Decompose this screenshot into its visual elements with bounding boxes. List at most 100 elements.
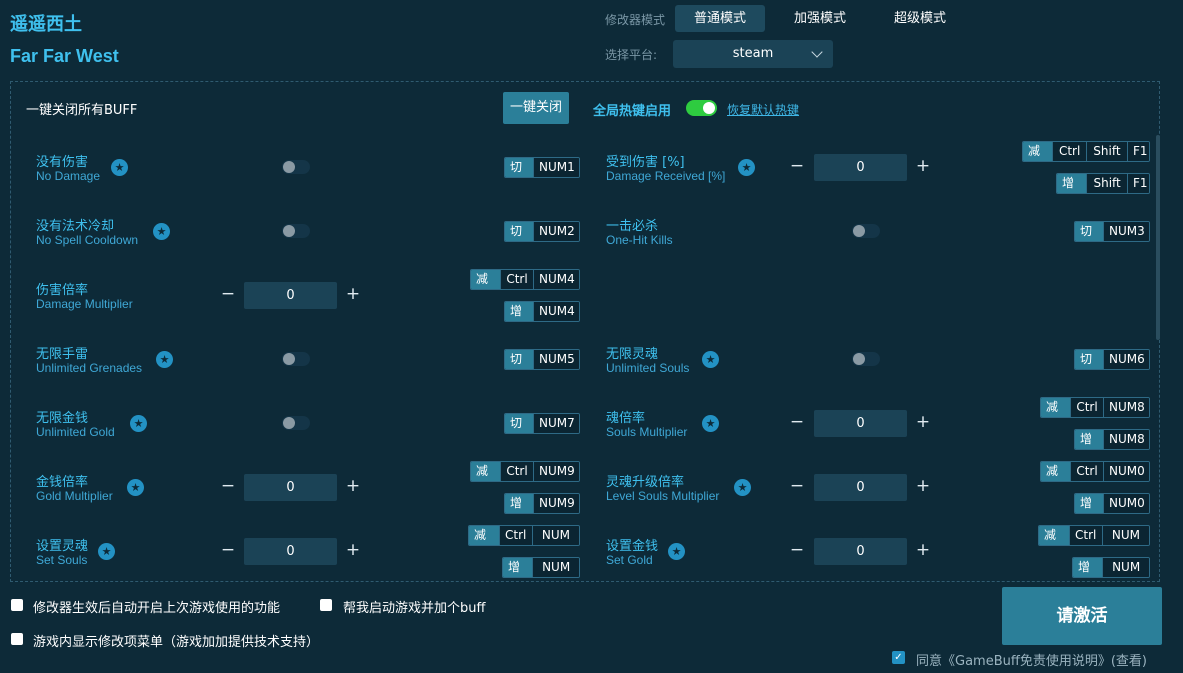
- toggle-unlimited-gold[interactable]: [282, 416, 310, 430]
- increase-button[interactable]: +: [914, 478, 932, 496]
- hotkey-set-souls-1[interactable]: 增加NUM *: [502, 557, 580, 578]
- platform-select[interactable]: steam: [673, 40, 833, 68]
- favorite-star-icon[interactable]: ★: [153, 223, 170, 240]
- favorite-star-icon[interactable]: ★: [130, 415, 147, 432]
- row-label-cn-unlimited-grenades: 无限手雷: [36, 347, 89, 362]
- row-label-cn-damage-received: 受到伤害 [%]: [606, 155, 685, 170]
- value-input-damage-multiplier[interactable]: 0: [244, 282, 337, 309]
- hotkey-key: NUM0: [1103, 494, 1149, 513]
- hotkey-set-souls-0[interactable]: 减少CtrlNUM *: [468, 525, 580, 546]
- decrease-button[interactable]: −: [788, 542, 806, 560]
- reset-hotkey-link[interactable]: 恢复默认热键: [727, 101, 799, 118]
- hotkey-damage-multiplier-1[interactable]: 增加NUM4: [504, 301, 580, 322]
- hotkey-set-gold-1[interactable]: 增加NUM +: [1072, 557, 1150, 578]
- increase-button[interactable]: +: [914, 414, 932, 432]
- hotkey-action: 增加: [505, 302, 533, 321]
- hotkey-damage-received-1[interactable]: 增加ShiftF1: [1056, 173, 1150, 194]
- hotkey-unlimited-grenades-0[interactable]: 切换NUM5: [504, 349, 580, 370]
- hotkey-action: 切换: [505, 158, 533, 177]
- value-input-souls-multiplier[interactable]: 0: [814, 410, 907, 437]
- row-label-cn-no-damage: 没有伤害: [36, 155, 89, 170]
- hotkey-action: 增加: [1073, 558, 1103, 577]
- hotkey-action: 增加: [1075, 430, 1103, 449]
- hotkey-damage-received-0[interactable]: 减少CtrlShiftF1: [1022, 141, 1150, 162]
- hotkey-action: 增加: [1075, 494, 1103, 513]
- increase-button[interactable]: +: [344, 542, 362, 560]
- row-label-cn-unlimited-souls: 无限灵魂: [606, 347, 659, 362]
- row-label-cn-gold-multiplier: 金钱倍率: [36, 475, 89, 490]
- hotkey-action: 减少: [1039, 526, 1069, 545]
- tab-normal-mode[interactable]: 普通模式: [675, 5, 765, 32]
- hotkey-key: Ctrl: [500, 270, 533, 289]
- hotkey-key: Ctrl: [498, 526, 532, 545]
- increase-button[interactable]: +: [344, 478, 362, 496]
- ingame-menu-checkbox[interactable]: [11, 633, 23, 645]
- favorite-star-icon[interactable]: ★: [702, 415, 719, 432]
- value-input-damage-received[interactable]: 0: [814, 154, 907, 181]
- toggle-unlimited-souls[interactable]: [852, 352, 880, 366]
- toggle-knob: [283, 417, 295, 429]
- scrollbar[interactable]: [1156, 135, 1160, 340]
- row-label-cn-one-hit-kills: 一击必杀: [606, 219, 659, 234]
- decrease-button[interactable]: −: [788, 478, 806, 496]
- favorite-star-icon[interactable]: ★: [127, 479, 144, 496]
- hotkey-key: F1: [1126, 142, 1149, 161]
- hotkey-unlimited-gold-0[interactable]: 切换NUM7: [504, 413, 580, 434]
- hotkey-action: 减少: [1023, 142, 1053, 161]
- decrease-button[interactable]: −: [219, 478, 237, 496]
- favorite-star-icon[interactable]: ★: [668, 543, 685, 560]
- decrease-button[interactable]: −: [788, 158, 806, 176]
- value-input-set-souls[interactable]: 0: [244, 538, 337, 565]
- agree-terms-link[interactable]: 同意《GameBuff免责使用说明》(查看): [916, 650, 1147, 669]
- hotkey-no-spell-cooldown-0[interactable]: 切换NUM2: [504, 221, 580, 242]
- row-label-en-level-souls-multiplier: Level Souls Multiplier: [606, 489, 720, 503]
- value-input-gold-multiplier[interactable]: 0: [244, 474, 337, 501]
- toggle-no-damage[interactable]: [282, 160, 310, 174]
- favorite-star-icon[interactable]: ★: [734, 479, 751, 496]
- hotkey-one-hit-kills-0[interactable]: 切换NUM3: [1074, 221, 1150, 242]
- tab-super-mode[interactable]: 超级模式: [875, 5, 965, 32]
- hotkey-unlimited-souls-0[interactable]: 切换NUM6: [1074, 349, 1150, 370]
- toggle-one-hit-kills[interactable]: [852, 224, 880, 238]
- close-all-button[interactable]: 一键关闭: [503, 92, 569, 124]
- decrease-button[interactable]: −: [788, 414, 806, 432]
- favorite-star-icon[interactable]: ★: [156, 351, 173, 368]
- increase-button[interactable]: +: [914, 158, 932, 176]
- decrease-button[interactable]: −: [219, 286, 237, 304]
- favorite-star-icon[interactable]: ★: [111, 159, 128, 176]
- launch-game-checkbox[interactable]: [320, 599, 332, 611]
- hotkey-souls-multiplier-0[interactable]: 减少CtrlNUM8: [1040, 397, 1150, 418]
- tab-enhanced-mode[interactable]: 加强模式: [775, 5, 865, 32]
- favorite-star-icon[interactable]: ★: [98, 543, 115, 560]
- activate-button[interactable]: 请激活: [1002, 587, 1162, 645]
- toggle-knob: [283, 161, 295, 173]
- agree-checkbox[interactable]: ✓: [892, 651, 905, 664]
- increase-button[interactable]: +: [344, 286, 362, 304]
- hotkey-set-gold-0[interactable]: 减少CtrlNUM +: [1038, 525, 1150, 546]
- hotkey-no-damage-0[interactable]: 切换NUM1: [504, 157, 580, 178]
- global-hotkey-toggle[interactable]: [686, 100, 717, 116]
- hotkey-key: NUM5: [533, 350, 579, 369]
- toggle-knob: [853, 225, 865, 237]
- row-label-en-unlimited-souls: Unlimited Souls: [606, 361, 690, 375]
- favorite-star-icon[interactable]: ★: [702, 351, 719, 368]
- toggle-no-spell-cooldown[interactable]: [282, 224, 310, 238]
- increase-button[interactable]: +: [914, 542, 932, 560]
- hotkey-key: Shift: [1086, 174, 1127, 193]
- hotkey-level-souls-multiplier-0[interactable]: 减少CtrlNUM0: [1040, 461, 1150, 482]
- hotkey-action: 减少: [1041, 398, 1071, 417]
- row-label-cn-unlimited-gold: 无限金钱: [36, 411, 89, 426]
- value-input-level-souls-multiplier[interactable]: 0: [814, 474, 907, 501]
- row-label-cn-damage-multiplier: 伤害倍率: [36, 283, 89, 298]
- decrease-button[interactable]: −: [219, 542, 237, 560]
- toggle-unlimited-grenades[interactable]: [282, 352, 310, 366]
- favorite-star-icon[interactable]: ★: [738, 159, 755, 176]
- hotkey-gold-multiplier-0[interactable]: 减少CtrlNUM9: [470, 461, 580, 482]
- value-input-set-gold[interactable]: 0: [814, 538, 907, 565]
- hotkey-gold-multiplier-1[interactable]: 增加NUM9: [504, 493, 580, 514]
- hotkey-key: NUM *: [531, 526, 579, 545]
- hotkey-souls-multiplier-1[interactable]: 增加NUM8: [1074, 429, 1150, 450]
- hotkey-level-souls-multiplier-1[interactable]: 增加NUM0: [1074, 493, 1150, 514]
- auto-enable-checkbox[interactable]: [11, 599, 23, 611]
- hotkey-damage-multiplier-0[interactable]: 减少CtrlNUM4: [470, 269, 580, 290]
